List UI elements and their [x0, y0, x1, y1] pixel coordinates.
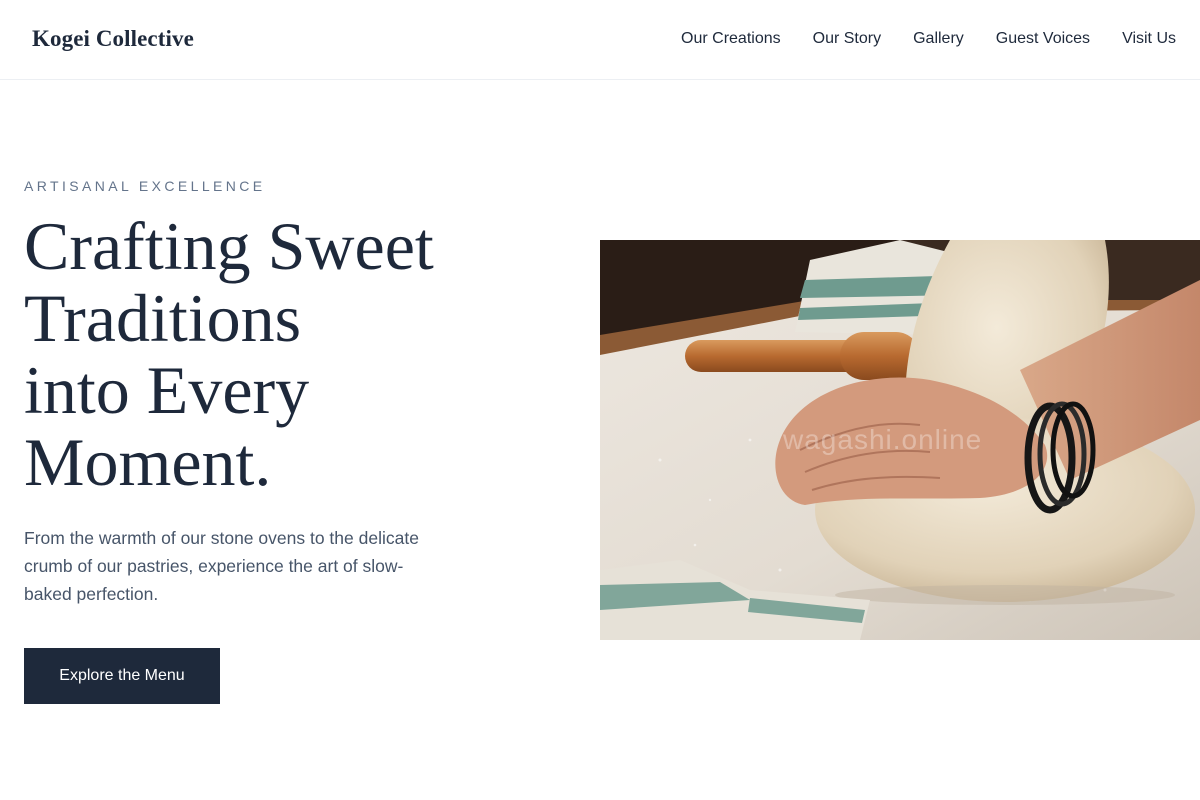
description-line: From the warmth of our stone ovens to th… [24, 528, 419, 548]
headline-line: Traditions [24, 280, 302, 356]
nav-gallery[interactable]: Gallery [913, 30, 964, 48]
hero-eyebrow: ARTISANAL EXCELLENCE [24, 178, 266, 194]
nav-our-creations[interactable]: Our Creations [681, 30, 781, 48]
hero-description: From the warmth of our stone ovens to th… [24, 524, 474, 608]
nav-visit-us[interactable]: Visit Us [1122, 30, 1176, 48]
explore-menu-button[interactable]: Explore the Menu [24, 648, 220, 704]
brand-logo[interactable]: Kogei Collective [32, 26, 194, 52]
description-line: baked perfection. [24, 584, 159, 604]
image-watermark: wagashi.online [783, 424, 983, 455]
nav-our-story[interactable]: Our Story [813, 30, 881, 48]
site-header: Kogei Collective Our Creations Our Story… [0, 0, 1200, 80]
hero-headline: Crafting Sweet Traditions into Every Mom… [24, 210, 544, 498]
main-nav: Our Creations Our Story Gallery Guest Vo… [649, 30, 1176, 48]
nav-guest-voices[interactable]: Guest Voices [996, 30, 1090, 48]
description-line: crumb of our pastries, experience the ar… [24, 556, 404, 576]
headline-line: Crafting Sweet [24, 208, 434, 284]
headline-line: Moment. [24, 424, 272, 500]
headline-line: into Every [24, 352, 310, 428]
